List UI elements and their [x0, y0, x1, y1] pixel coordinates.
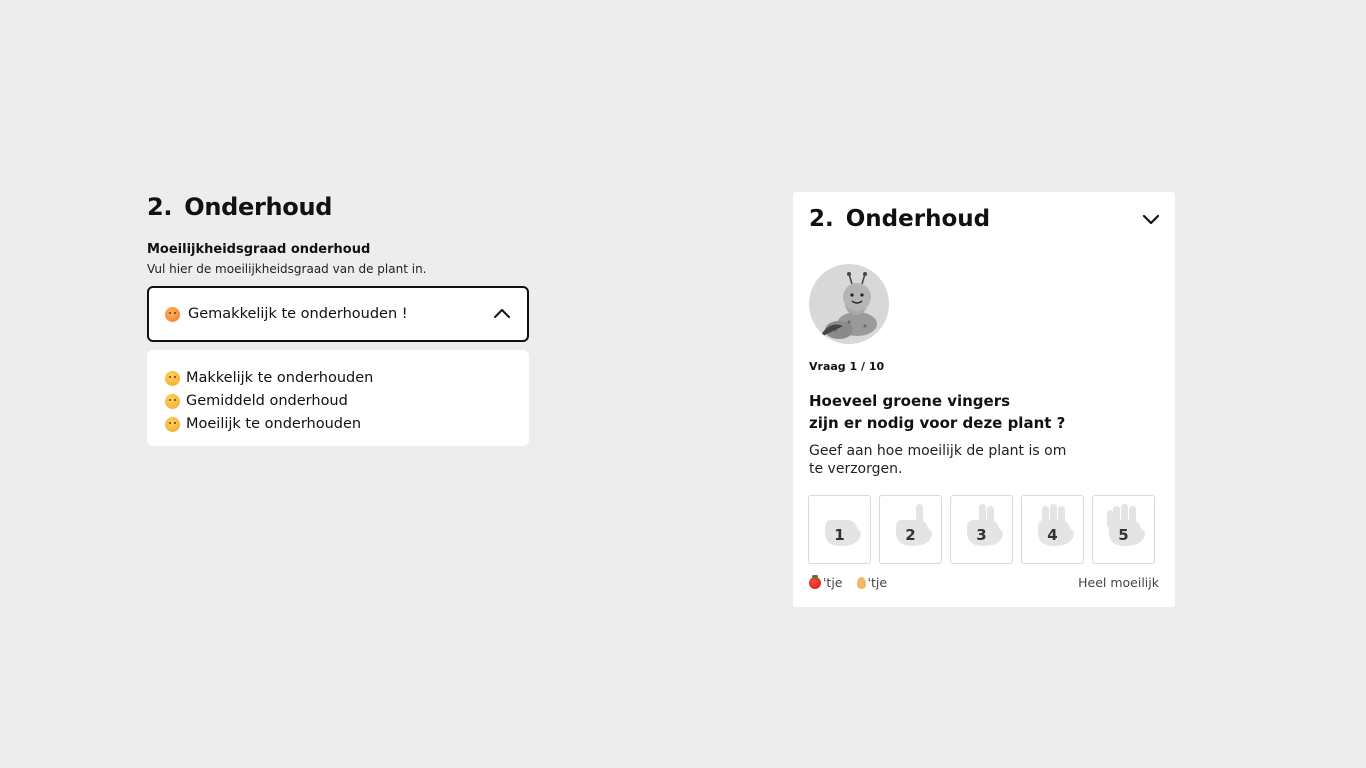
section-title: Onderhoud — [184, 193, 333, 221]
rating-option-2[interactable]: 2 — [879, 495, 942, 564]
slightly-smiling-emoji-icon — [165, 370, 180, 386]
card-title: 2. Onderhoud — [809, 204, 990, 234]
rating-option-3[interactable]: 3 — [950, 495, 1013, 564]
egg-icon — [856, 576, 866, 589]
option-label: Makkelijk te onderhouden — [186, 370, 374, 386]
section-heading: 2. Onderhoud — [147, 192, 529, 222]
field-label: Moeilijkheidsgraad onderhoud — [147, 242, 371, 257]
option-label: Gemiddeld onderhoud — [186, 393, 348, 409]
card-header[interactable]: 2. Onderhoud — [809, 204, 1161, 234]
scale-min-suffix: 'tje — [867, 575, 888, 590]
neutral-emoji-icon — [165, 393, 180, 409]
card-section-number: 2. — [809, 206, 834, 232]
scale-legend: 'tje 'tje Heel moeilijk — [809, 574, 1159, 590]
dropdown-menu: Makkelijk te onderhouden Gemiddeld onder… — [147, 350, 529, 446]
section-number: 2. — [147, 193, 173, 221]
rating-number: 4 — [1047, 526, 1058, 544]
option-moeilijk[interactable]: Moeilijk te onderhouden — [165, 410, 511, 438]
scale-max-label: Heel moeilijk — [1078, 575, 1159, 590]
question-description: Geef aan hoe moeilijk de plant is om te … — [809, 443, 1067, 477]
preview-card: 2. Onderhoud Vraag 1 / 10 Hoeveel groene… — [793, 192, 1175, 607]
rating-number: 3 — [976, 526, 987, 544]
tomato-icon — [809, 574, 821, 589]
select-value: Gemakkelijk te onderhouden ! — [188, 306, 408, 322]
rating-number: 1 — [834, 526, 845, 544]
scale-min-suffix: 'tje — [823, 575, 843, 590]
caterpillar-icon — [819, 272, 877, 339]
rating-option-1[interactable]: 1 — [808, 495, 871, 564]
field-help-text: Vul hier de moeilijkheidsgraad van de pl… — [147, 262, 427, 276]
caterpillar-mascot-avatar — [809, 264, 889, 344]
rating-number: 5 — [1118, 526, 1129, 544]
chevron-down-icon[interactable] — [1141, 209, 1161, 229]
rating-option-4[interactable]: 4 — [1021, 495, 1084, 564]
rating-scale: 1 2 3 4 5 — [808, 495, 1155, 564]
option-label: Moeilijk te onderhouden — [186, 416, 362, 432]
chevron-up-icon[interactable] — [493, 305, 511, 323]
rating-number: 2 — [905, 526, 916, 544]
smiling-emoji-icon — [165, 306, 180, 322]
question-title-line: Hoeveel groene vingers — [809, 392, 1011, 410]
question-title-line: zijn er nodig voor deze plant ? — [809, 414, 1066, 432]
question-counter: Vraag 1 / 10 — [809, 360, 885, 373]
rating-option-5[interactable]: 5 — [1092, 495, 1155, 564]
question-title: Hoeveel groene vingers zijn er nodig voo… — [809, 390, 1069, 434]
card-section-title: Onderhoud — [845, 206, 991, 232]
worried-emoji-icon — [165, 416, 180, 432]
form-panel: 2. Onderhoud Moeilijkheidsgraad onderhou… — [147, 192, 529, 446]
difficulty-select[interactable]: Gemakkelijk te onderhouden ! — [147, 286, 529, 342]
